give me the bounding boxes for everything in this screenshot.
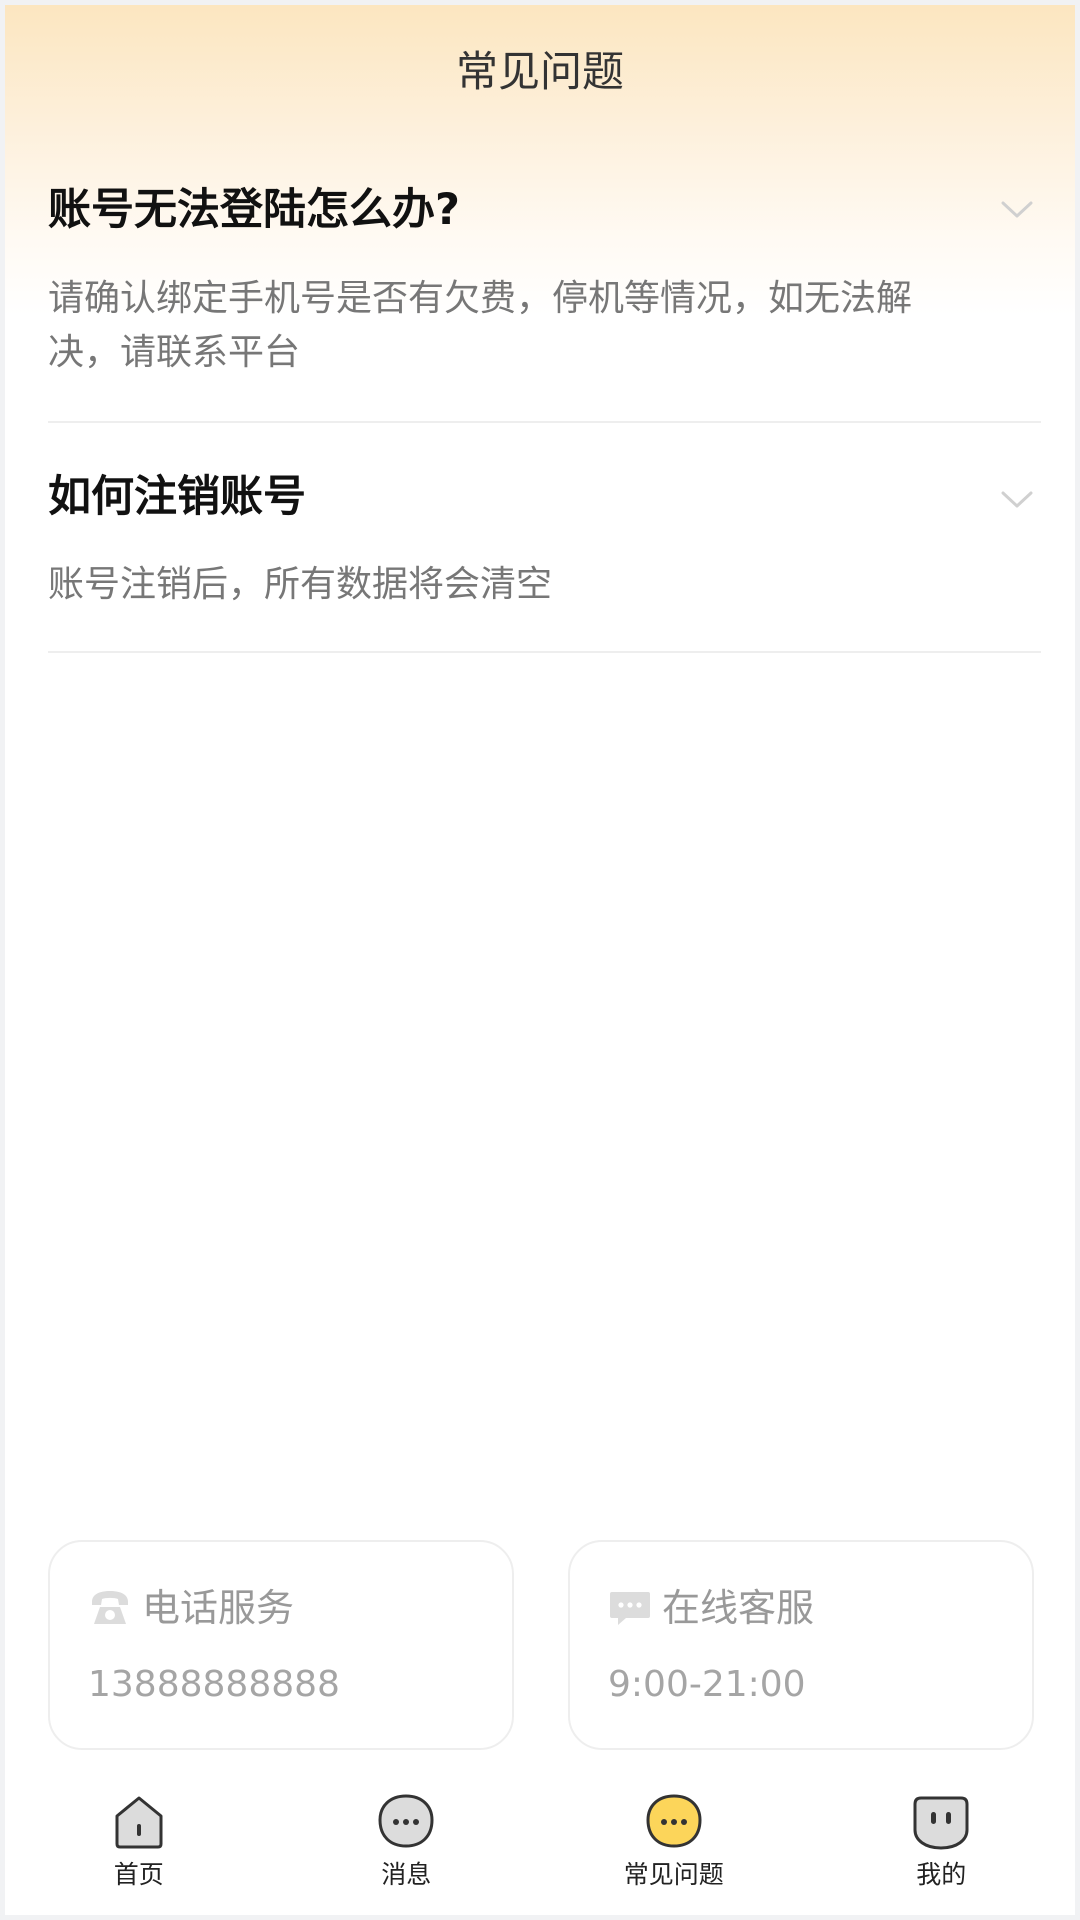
faq-item-login[interactable]: 账号无法登陆怎么办? 请确认绑定手机号是否有欠费，停机等情况，如无法解决，请联系…	[48, 145, 1041, 423]
page-title: 常见问题	[455, 47, 624, 96]
faq-item-cancel-account[interactable]: 如何注销账号 账号注销后，所有数据将会清空	[48, 423, 1041, 653]
tab-messages[interactable]: 消息	[273, 1780, 541, 1915]
tab-profile[interactable]: 我的	[808, 1780, 1076, 1915]
phone-service-card[interactable]: 电话服务 13888888888	[48, 1540, 514, 1750]
phone-service-title: 电话服务	[142, 1586, 295, 1630]
chat-icon	[608, 1586, 652, 1630]
faq-question: 如何注销账号	[48, 472, 306, 522]
online-service-card[interactable]: 在线客服 9:00-21:00	[568, 1540, 1034, 1750]
chevron-down-icon[interactable]	[1000, 490, 1034, 510]
service-hours: 9:00-21:00	[608, 1664, 806, 1705]
bottom-tab-bar: 首页 消息 常见问题 我的	[5, 1780, 1075, 1915]
faq-answer: 账号注销后，所有数据将会清空	[48, 564, 553, 605]
message-icon	[378, 1794, 434, 1848]
faq-icon	[646, 1794, 702, 1848]
profile-icon	[913, 1796, 969, 1850]
tab-label: 消息	[381, 1860, 432, 1889]
home-icon	[115, 1796, 163, 1849]
phone-icon	[88, 1586, 132, 1630]
chevron-down-icon[interactable]	[1000, 200, 1034, 220]
tab-faq[interactable]: 常见问题	[540, 1780, 808, 1915]
online-service-title: 在线客服	[662, 1586, 815, 1630]
phone-number: 13888888888	[88, 1664, 340, 1705]
tab-home[interactable]: 首页	[5, 1780, 273, 1915]
tab-label: 首页	[113, 1860, 164, 1889]
tab-label: 我的	[916, 1860, 967, 1889]
faq-answer: 请确认绑定手机号是否有欠费，停机等情况，如无法解决，请联系平台	[48, 278, 913, 373]
app-screen: 常见问题 账号无法登陆怎么办? 请确认绑定手机号是否有欠费，停机等情况，如无法解…	[5, 5, 1075, 1915]
tab-label: 常见问题	[623, 1860, 724, 1889]
faq-question: 账号无法登陆怎么办?	[48, 185, 460, 235]
